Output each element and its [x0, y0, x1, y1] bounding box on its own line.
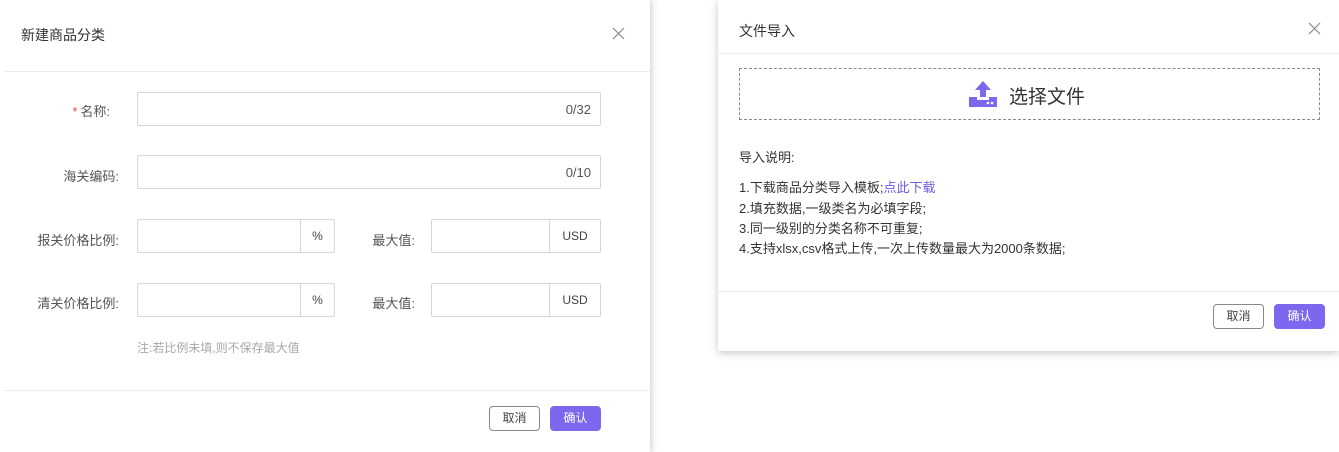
info-line-2: 2.填充数据,一级类名为必填字段; [739, 201, 927, 216]
download-template-link[interactable]: 点此下载 [883, 180, 935, 195]
declare-ratio-input[interactable] [138, 220, 298, 252]
close-icon[interactable] [612, 27, 626, 41]
hs-code-input-box: 0/10 [137, 155, 601, 189]
info-line-1: 1.下载商品分类导入模板;点此下载 [739, 177, 935, 196]
declare-ratio-label: 报关价格比例: [37, 233, 119, 248]
clear-max-label: 最大值: [372, 296, 415, 311]
import-info-title: 导入说明: [739, 150, 795, 165]
clear-max-input-box: USD [431, 283, 601, 317]
cancel-button[interactable]: 取消 [1213, 304, 1264, 329]
confirm-button[interactable]: 确认 [1274, 304, 1325, 329]
select-file-label: 选择文件 [1009, 87, 1086, 108]
info-line-1-text: 1.下载商品分类导入模板; [739, 180, 884, 195]
create-category-dialog: 新建商品分类 * 名称: 0/32 海关编码: 0/10 报关价格比例: % 最大… [0, 0, 650, 452]
upload-dropzone[interactable]: 选择文件 [739, 68, 1320, 120]
clear-max-input[interactable] [432, 284, 550, 316]
close-icon[interactable] [1308, 22, 1322, 36]
confirm-button[interactable]: 确认 [550, 406, 601, 431]
footer-divider [718, 291, 1339, 292]
info-line-4: 4.支持xlsx,csv格式上传,一次上传数量最大为2000条数据; [739, 241, 1066, 256]
file-import-dialog: 文件导入 选择文件 导入说明: 1.下载商品分类导入模板;点此下载 2.填充数据… [718, 0, 1339, 351]
info-line-3: 3.同一级别的分类名称不可重复; [739, 221, 923, 236]
usd-suffix: USD [549, 284, 600, 316]
name-label: * 名称: [0, 101, 110, 120]
declare-max-label: 最大值: [372, 233, 415, 248]
declare-max-input[interactable] [432, 220, 550, 252]
upload-icon [968, 80, 998, 113]
header-divider [4, 71, 650, 72]
usd-suffix: USD [549, 220, 600, 252]
name-label-text: 名称: [80, 104, 110, 119]
name-input[interactable] [138, 93, 538, 125]
clear-ratio-label: 清关价格比例: [37, 296, 119, 311]
name-input-box: 0/32 [137, 92, 601, 126]
required-mark: * [72, 104, 78, 119]
name-counter: 0/32 [565, 102, 591, 117]
dialog-title: 新建商品分类 [21, 27, 105, 43]
dialog-title: 文件导入 [739, 23, 795, 39]
hs-code-label: 海关编码: [63, 169, 119, 184]
hs-code-counter: 0/10 [565, 165, 591, 180]
hs-code-input[interactable] [138, 156, 538, 188]
declare-max-input-box: USD [431, 219, 601, 253]
footer-divider [4, 390, 650, 391]
cancel-button[interactable]: 取消 [489, 406, 540, 431]
ratio-note: 注:若比例未填,则不保存最大值 [137, 341, 300, 355]
header-divider [718, 53, 1339, 54]
clear-ratio-input[interactable] [138, 284, 298, 316]
